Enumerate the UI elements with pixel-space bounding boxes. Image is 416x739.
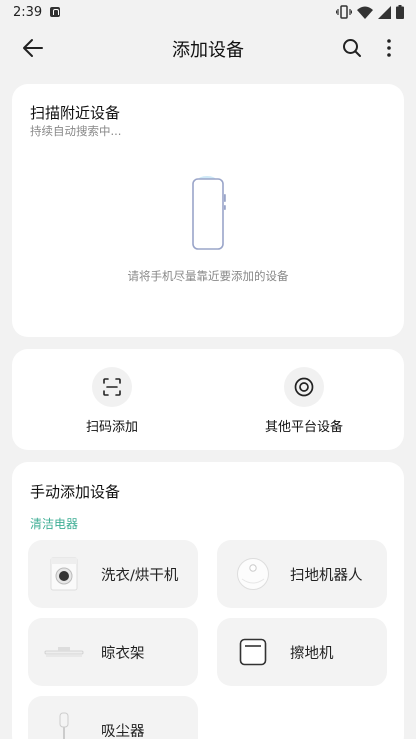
battery-icon <box>396 5 404 19</box>
signal-icon <box>378 5 391 19</box>
app-header: 添加设备 <box>0 24 416 72</box>
device-drying-rack[interactable]: 晾衣架 <box>28 618 198 686</box>
category-cleaning-label: 清洁电器 <box>30 517 79 531</box>
device-floor-mopper[interactable]: 擦地机 <box>217 618 387 686</box>
vacuum-cleaner-icon <box>44 710 84 739</box>
status-bar: 2:39 <box>0 0 416 24</box>
phone-scanning-icon <box>192 176 226 250</box>
scan-qr-label: 扫码添加 <box>85 420 138 435</box>
scan-nearby-title: 扫描附近设备 <box>30 104 121 122</box>
scan-hint-text: 请将手机尽量靠近要添加的设备 <box>127 269 289 283</box>
qr-scan-icon-circle <box>92 367 132 407</box>
device-label: 擦地机 <box>290 645 334 662</box>
search-icon[interactable] <box>340 36 364 60</box>
status-time: 2:39 <box>13 4 43 20</box>
scan-qr-button[interactable]: 扫码添加 <box>32 367 192 435</box>
device-vacuum-cleaner[interactable]: 吸尘器 <box>28 696 198 739</box>
wifi-icon <box>357 6 373 19</box>
floor-mopper-icon <box>233 632 273 672</box>
other-platform-label: 其他平台设备 <box>264 420 343 435</box>
device-label: 晾衣架 <box>101 645 145 662</box>
notification-icon <box>50 7 61 17</box>
status-right <box>336 5 404 19</box>
device-label: 洗衣/烘干机 <box>101 567 179 584</box>
other-platform-icon-circle <box>284 367 324 407</box>
scan-nearby-card: 扫描附近设备 持续自动搜索中... 请将手机尽量靠近要添加的设备 <box>12 84 404 337</box>
other-platform-button[interactable]: 其他平台设备 <box>224 367 384 435</box>
qr-scan-icon <box>103 378 121 396</box>
other-platform-icon <box>294 377 314 397</box>
drying-rack-icon <box>44 632 84 672</box>
device-label: 吸尘器 <box>101 723 145 739</box>
robot-vacuum-icon <box>233 554 273 594</box>
vibrate-icon <box>336 5 352 19</box>
manual-add-card: 手动添加设备 清洁电器 洗衣/烘干机 扫地机器人 晾衣架 擦地机 吸尘器 <box>12 462 404 739</box>
device-robot-vacuum[interactable]: 扫地机器人 <box>217 540 387 608</box>
manual-add-title: 手动添加设备 <box>30 483 121 501</box>
more-options-icon[interactable] <box>380 36 398 60</box>
scan-status-text: 持续自动搜索中... <box>30 124 122 138</box>
device-washing-machine[interactable]: 洗衣/烘干机 <box>28 540 198 608</box>
washing-machine-icon <box>44 554 84 594</box>
add-methods-card: 扫码添加 其他平台设备 <box>12 349 404 450</box>
status-left: 2:39 <box>13 4 61 20</box>
device-label: 扫地机器人 <box>290 567 363 584</box>
